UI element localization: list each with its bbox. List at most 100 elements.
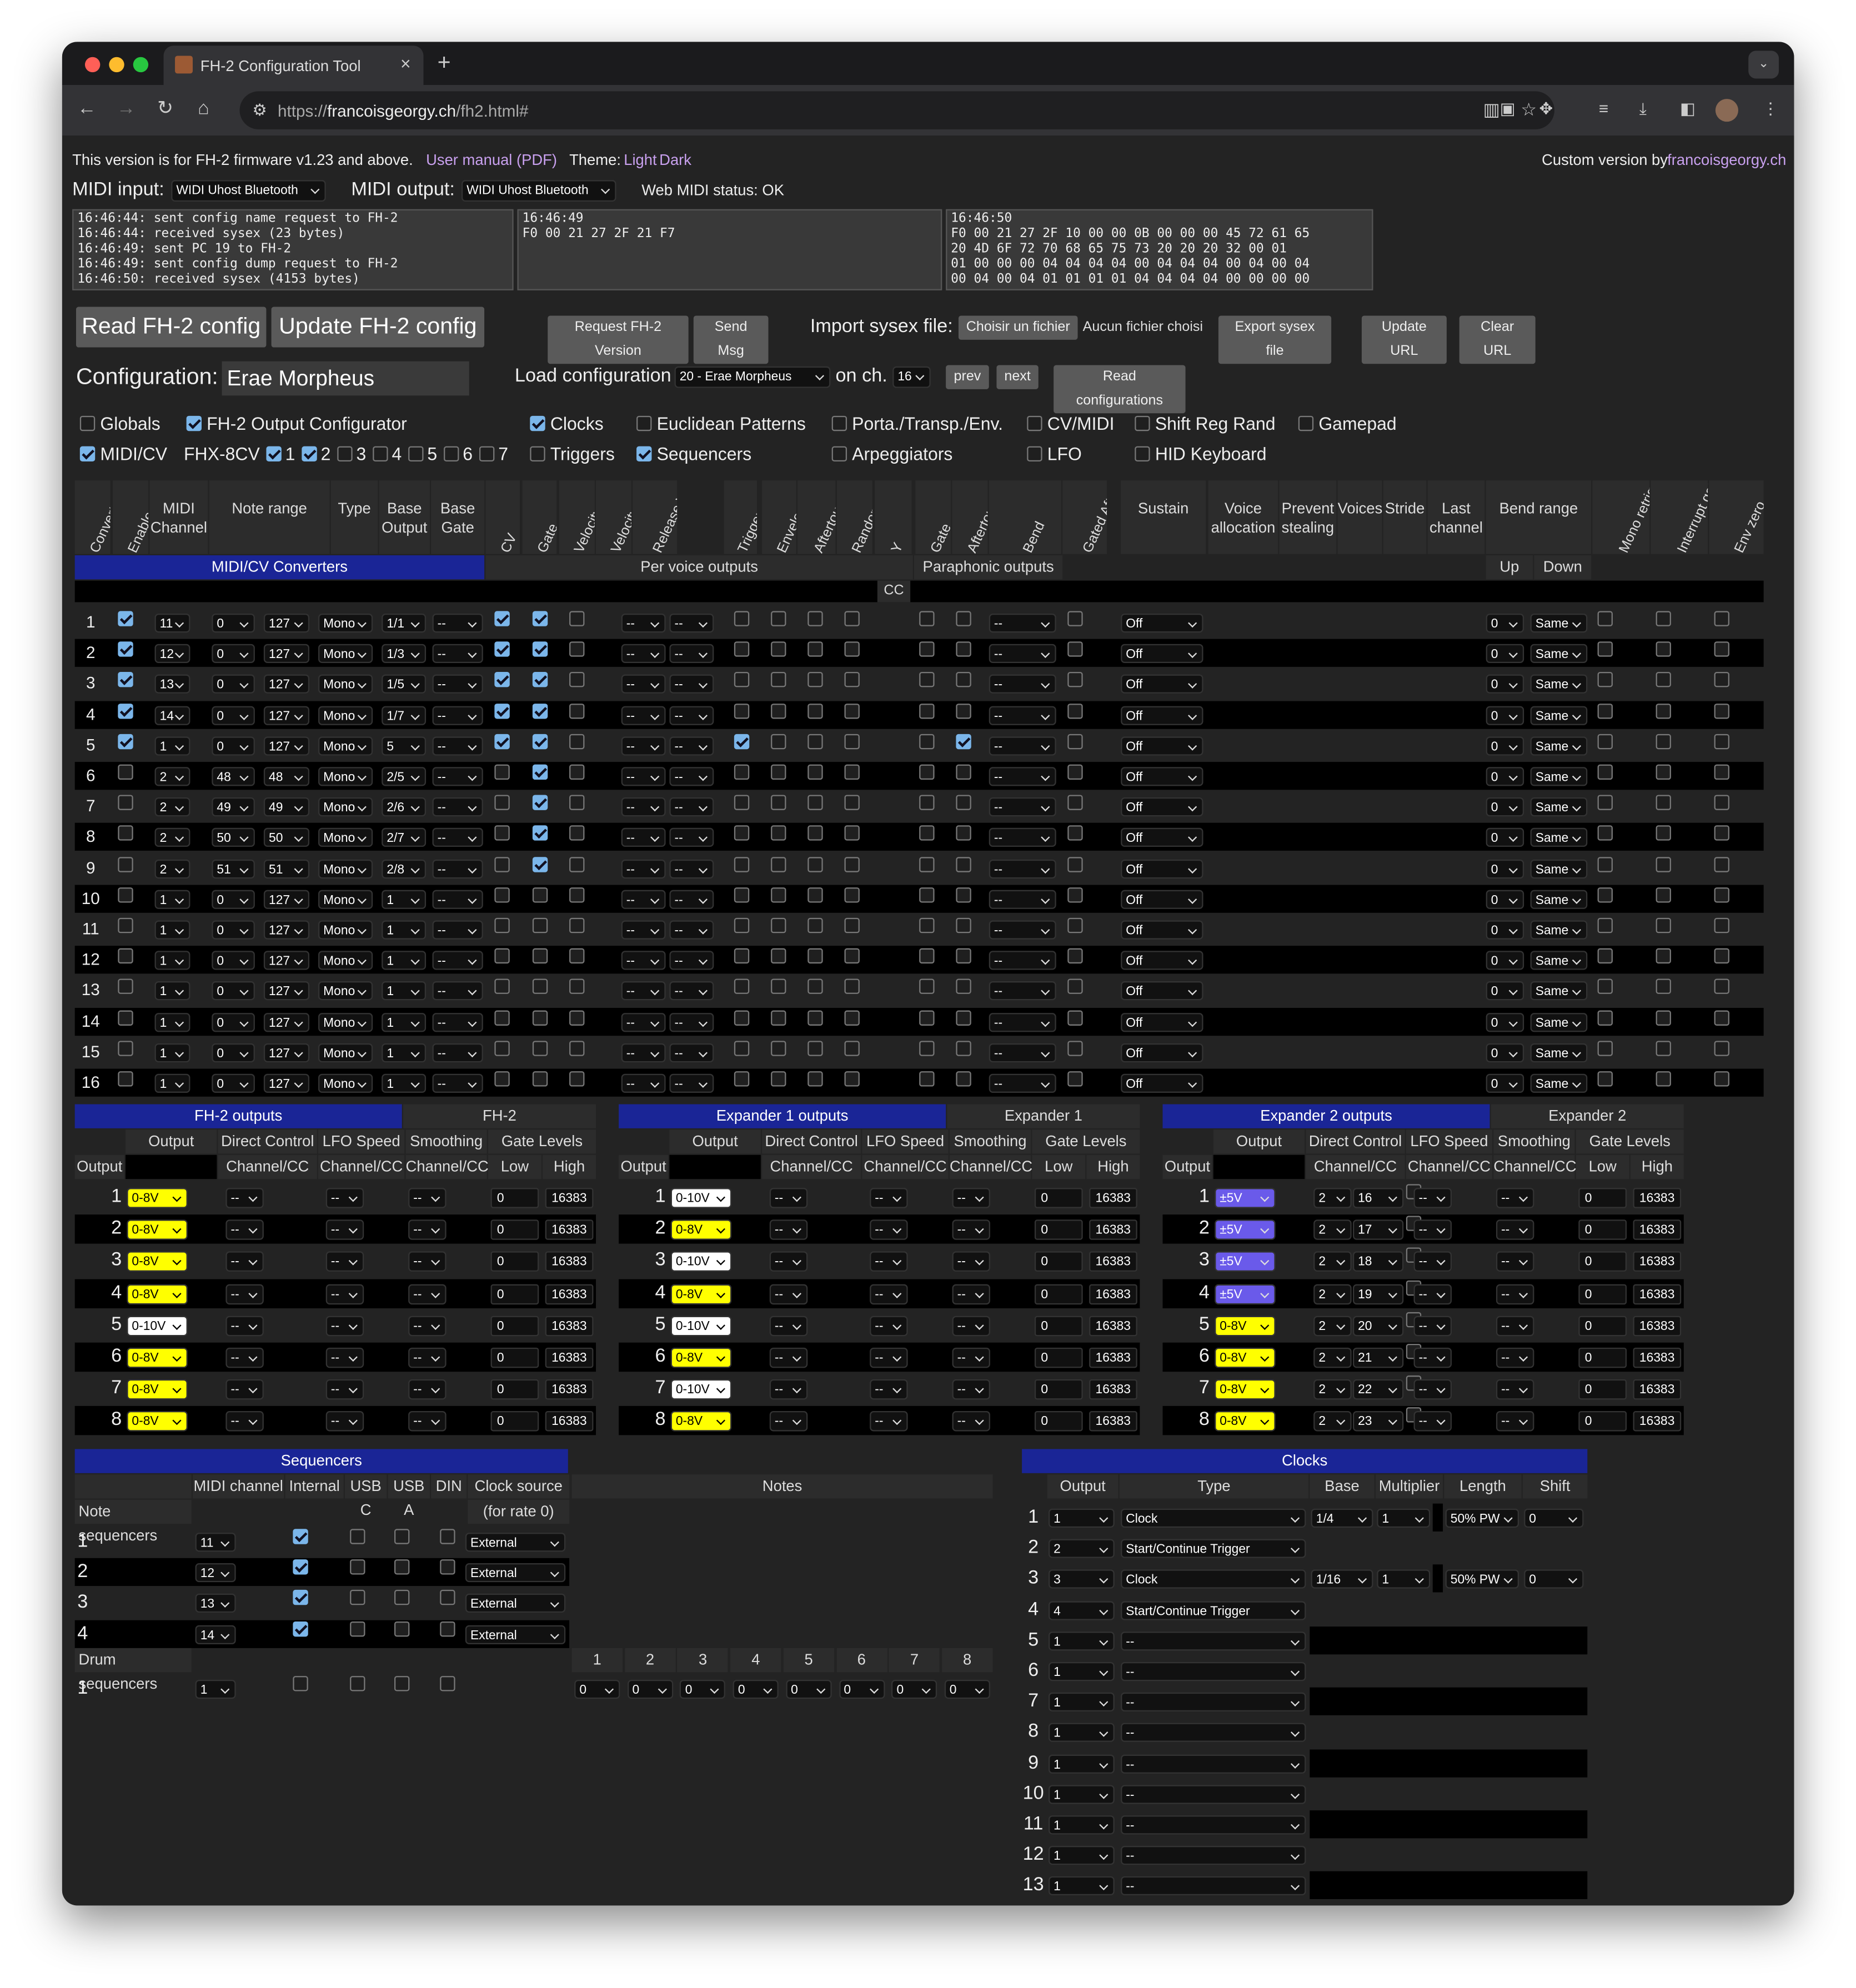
output-range-select[interactable]: 0-8V — [1215, 1316, 1276, 1336]
note-high-select[interactable]: 127 — [263, 1012, 310, 1032]
gate-low-input[interactable]: 0 — [1578, 1316, 1627, 1336]
direct-control-cc-select[interactable]: 18 — [1352, 1252, 1404, 1272]
sysex-sent-textarea[interactable]: 16:46:49 F0 00 21 27 2F 21 F7 — [517, 209, 942, 290]
note-low-select[interactable]: 49 — [212, 797, 255, 817]
release-velocity-select[interactable]: -- — [669, 736, 714, 756]
gate-low-input[interactable]: 0 — [1578, 1283, 1627, 1304]
midi-input-select[interactable]: WIDI Uhost Bluetooth — [171, 180, 326, 202]
interrupt-gate-checkbox[interactable] — [1656, 703, 1671, 719]
gated-aftertouch-checkbox[interactable] — [1067, 672, 1083, 688]
gate-low-input[interactable]: 0 — [490, 1283, 539, 1304]
paraphonic-gate-checkbox[interactable] — [919, 764, 935, 780]
smoothing-select[interactable]: -- — [1496, 1316, 1534, 1336]
clock-type-select[interactable]: Clock — [1121, 1508, 1306, 1528]
paraphonic-aftertouch-checkbox[interactable] — [956, 1071, 971, 1087]
note-low-select[interactable]: 0 — [212, 736, 255, 756]
env-zero-checkbox[interactable] — [1714, 611, 1730, 626]
profile-avatar[interactable] — [1715, 99, 1738, 122]
section-checkbox[interactable] — [831, 415, 847, 431]
release-velocity-select[interactable]: -- — [669, 828, 714, 847]
random-checkbox[interactable] — [844, 795, 860, 811]
paraphonic-gate-checkbox[interactable] — [919, 641, 935, 657]
bend-down-select[interactable]: Same — [1530, 1012, 1588, 1032]
address-bar[interactable]: ⚙ https://francoisgeorgy.ch/fh2.html# ▥ … — [239, 91, 1554, 129]
velocity-gate-checkbox[interactable] — [569, 611, 585, 626]
note-low-select[interactable]: 0 — [212, 951, 255, 970]
lfo-speed-select[interactable]: -- — [870, 1188, 908, 1208]
clock-type-select[interactable]: Start/Continue Trigger — [1121, 1600, 1306, 1620]
base-gate-select[interactable]: -- — [432, 675, 483, 694]
base-output-select[interactable]: 5 — [382, 736, 427, 756]
smoothing-select[interactable]: -- — [408, 1316, 447, 1336]
paraphonic-gate-checkbox[interactable] — [919, 611, 935, 626]
aftertouch-checkbox[interactable] — [807, 764, 823, 780]
drum-midi-channel-select[interactable]: 1 — [195, 1679, 236, 1699]
lfo-speed-select[interactable]: -- — [325, 1316, 364, 1336]
clock-source-select[interactable]: External — [465, 1533, 566, 1552]
clock-type-select[interactable]: -- — [1121, 1723, 1306, 1743]
interrupt-gate-checkbox[interactable] — [1656, 1040, 1671, 1056]
section-checkbox[interactable] — [1298, 415, 1314, 431]
section-checkbox[interactable] — [1027, 415, 1042, 431]
sustain-select[interactable]: Off — [1121, 644, 1203, 664]
cv-checkbox[interactable] — [494, 1071, 510, 1087]
enable-checkbox[interactable] — [118, 1071, 133, 1087]
drum-step-select[interactable]: 0 — [574, 1679, 620, 1699]
random-checkbox[interactable] — [844, 1010, 860, 1026]
release-velocity-select[interactable]: -- — [669, 705, 714, 725]
gate-checkbox[interactable] — [532, 1040, 548, 1056]
paraphonic-aftertouch-checkbox[interactable] — [956, 795, 971, 811]
direct-control-select[interactable]: -- — [769, 1379, 808, 1400]
paraphonic-gate-checkbox[interactable] — [919, 887, 935, 903]
bend-select[interactable]: -- — [989, 736, 1056, 756]
output-range-select[interactable]: 0-10V — [670, 1316, 732, 1336]
paraphonic-gate-checkbox[interactable] — [919, 1071, 935, 1087]
base-output-select[interactable]: 2/7 — [382, 828, 427, 847]
load-configuration-select[interactable]: 20 - Erae Morpheus — [674, 366, 831, 388]
update-config-button[interactable]: Update FH-2 config — [271, 307, 485, 348]
fhx-checkbox[interactable] — [408, 446, 424, 462]
base-gate-select[interactable]: -- — [432, 613, 483, 633]
direct-control-select[interactable]: -- — [769, 1411, 808, 1432]
note-low-select[interactable]: 0 — [212, 705, 255, 725]
reload-icon[interactable]: ↻ — [157, 98, 173, 121]
section-checkbox[interactable] — [186, 415, 202, 431]
direct-control-cc-select[interactable]: 23 — [1352, 1411, 1404, 1432]
base-gate-select[interactable]: -- — [432, 890, 483, 909]
aftertouch-checkbox[interactable] — [807, 826, 823, 841]
paraphonic-gate-checkbox[interactable] — [919, 826, 935, 841]
section-checkbox[interactable] — [1027, 446, 1042, 462]
gate-low-input[interactable]: 0 — [1034, 1379, 1083, 1400]
smoothing-select[interactable]: -- — [1496, 1411, 1534, 1432]
random-checkbox[interactable] — [844, 641, 860, 657]
trigger-checkbox[interactable] — [734, 734, 750, 749]
bend-up-select[interactable]: 0 — [1486, 644, 1524, 664]
base-output-select[interactable]: 1 — [382, 1012, 427, 1032]
bend-down-select[interactable]: Same — [1530, 981, 1588, 1001]
clock-shift-select[interactable]: 0 — [1524, 1570, 1584, 1589]
gate-high-input[interactable]: 16383 — [1633, 1283, 1682, 1304]
type-select[interactable]: Mono — [318, 1012, 373, 1032]
gate-low-input[interactable]: 0 — [1034, 1252, 1083, 1272]
clock-output-select[interactable]: 1 — [1049, 1662, 1115, 1681]
request-version-button[interactable]: Request FH-2 Version — [548, 315, 689, 364]
direct-control-select[interactable]: -- — [225, 1188, 264, 1208]
seq-midi-channel-select[interactable]: 14 — [195, 1624, 236, 1644]
smoothing-select[interactable]: -- — [952, 1283, 991, 1304]
note-low-select[interactable]: 0 — [212, 1073, 255, 1093]
mono-retrigger-checkbox[interactable] — [1597, 795, 1613, 811]
update-url-button[interactable]: Update URL — [1361, 315, 1447, 364]
direct-control-select[interactable]: -- — [769, 1219, 808, 1241]
interrupt-gate-checkbox[interactable] — [1656, 948, 1671, 964]
clear-url-button[interactable]: Clear URL — [1459, 315, 1536, 364]
note-high-select[interactable]: 127 — [263, 951, 310, 970]
note-low-select[interactable]: 0 — [212, 920, 255, 940]
mono-retrigger-checkbox[interactable] — [1597, 948, 1613, 964]
gate-high-input[interactable]: 16383 — [1633, 1188, 1682, 1208]
paraphonic-gate-checkbox[interactable] — [919, 1010, 935, 1026]
release-velocity-select[interactable]: -- — [669, 613, 714, 633]
velocity-select[interactable]: -- — [621, 644, 666, 664]
smoothing-select[interactable]: -- — [408, 1188, 447, 1208]
bend-down-select[interactable]: Same — [1530, 920, 1588, 940]
section-checkbox[interactable] — [831, 446, 847, 462]
